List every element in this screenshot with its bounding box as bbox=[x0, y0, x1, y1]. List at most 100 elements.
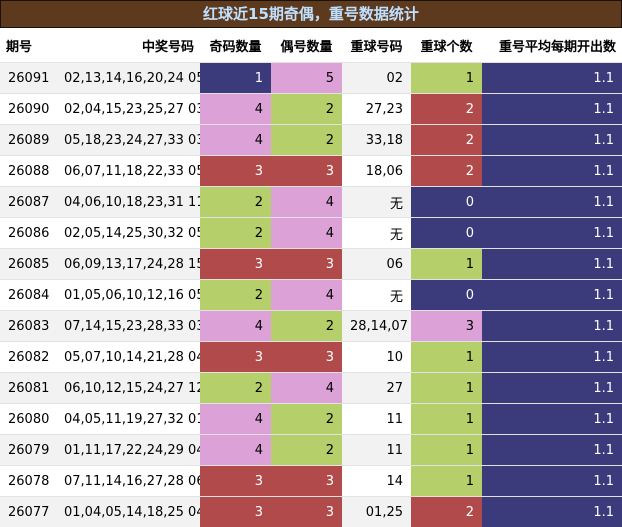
cell-issue: 26085 bbox=[0, 249, 56, 280]
table-row: 2609002,04,15,23,25,27 034227,2321.1 bbox=[0, 94, 622, 125]
header-repeat-numbers: 重球号码 bbox=[342, 28, 411, 63]
cell-average: 1.1 bbox=[482, 466, 622, 497]
cell-even-count: 3 bbox=[271, 342, 342, 373]
cell-issue: 26087 bbox=[0, 187, 56, 218]
table-row: 2608806,07,11,18,22,33 053318,0621.1 bbox=[0, 156, 622, 187]
cell-repeat-count: 1 bbox=[411, 342, 482, 373]
cell-repeat-count: 2 bbox=[411, 497, 482, 527]
table-body: 2609102,13,14,16,20,24 05150211.12609002… bbox=[0, 63, 622, 527]
cell-average: 1.1 bbox=[482, 373, 622, 404]
cell-winning-numbers: 06,10,12,15,24,27 12 bbox=[56, 373, 200, 404]
table-row: 2608401,05,06,10,12,16 0524无01.1 bbox=[0, 280, 622, 311]
cell-odd-count: 2 bbox=[200, 373, 271, 404]
cell-even-count: 5 bbox=[271, 63, 342, 94]
cell-odd-count: 3 bbox=[200, 497, 271, 527]
cell-winning-numbers: 07,11,14,16,27,28 06 bbox=[56, 466, 200, 497]
header-issue: 期号 bbox=[0, 28, 56, 63]
cell-winning-numbers: 01,04,05,14,18,25 04 bbox=[56, 497, 200, 527]
cell-odd-count: 4 bbox=[200, 311, 271, 342]
table-row: 2608307,14,15,23,28,33 034228,14,0731.1 bbox=[0, 311, 622, 342]
cell-odd-count: 2 bbox=[200, 187, 271, 218]
cell-repeat-numbers: 11 bbox=[342, 404, 411, 435]
cell-repeat-numbers: 10 bbox=[342, 342, 411, 373]
cell-issue: 26089 bbox=[0, 125, 56, 156]
table-row: 2608506,09,13,17,24,28 15330611.1 bbox=[0, 249, 622, 280]
cell-issue: 26084 bbox=[0, 280, 56, 311]
cell-average: 1.1 bbox=[482, 187, 622, 218]
cell-repeat-count: 0 bbox=[411, 280, 482, 311]
cell-repeat-count: 3 bbox=[411, 311, 482, 342]
cell-odd-count: 3 bbox=[200, 249, 271, 280]
cell-average: 1.1 bbox=[482, 125, 622, 156]
cell-average: 1.1 bbox=[482, 63, 622, 94]
table-row: 2607701,04,05,14,18,25 043301,2521.1 bbox=[0, 497, 622, 527]
cell-repeat-count: 2 bbox=[411, 156, 482, 187]
cell-winning-numbers: 02,13,14,16,20,24 05 bbox=[56, 63, 200, 94]
cell-issue: 26091 bbox=[0, 63, 56, 94]
cell-repeat-numbers: 14 bbox=[342, 466, 411, 497]
cell-repeat-numbers: 33,18 bbox=[342, 125, 411, 156]
cell-odd-count: 4 bbox=[200, 125, 271, 156]
cell-repeat-numbers: 11 bbox=[342, 435, 411, 466]
cell-even-count: 4 bbox=[271, 218, 342, 249]
cell-odd-count: 4 bbox=[200, 435, 271, 466]
cell-odd-count: 1 bbox=[200, 63, 271, 94]
cell-odd-count: 3 bbox=[200, 156, 271, 187]
cell-repeat-numbers: 无 bbox=[342, 187, 411, 218]
cell-repeat-count: 0 bbox=[411, 218, 482, 249]
cell-winning-numbers: 02,05,14,25,30,32 05 bbox=[56, 218, 200, 249]
cell-repeat-numbers: 无 bbox=[342, 280, 411, 311]
cell-even-count: 2 bbox=[271, 435, 342, 466]
cell-issue: 26082 bbox=[0, 342, 56, 373]
cell-odd-count: 3 bbox=[200, 342, 271, 373]
table-row: 2608004,05,11,19,27,32 01421111.1 bbox=[0, 404, 622, 435]
cell-repeat-count: 1 bbox=[411, 466, 482, 497]
cell-average: 1.1 bbox=[482, 404, 622, 435]
cell-winning-numbers: 07,14,15,23,28,33 03 bbox=[56, 311, 200, 342]
cell-repeat-count: 1 bbox=[411, 404, 482, 435]
header-odd-count: 奇码数量 bbox=[200, 28, 271, 63]
cell-repeat-numbers: 18,06 bbox=[342, 156, 411, 187]
header-repeat-count: 重球个数 bbox=[411, 28, 482, 63]
cell-even-count: 2 bbox=[271, 404, 342, 435]
cell-even-count: 2 bbox=[271, 125, 342, 156]
cell-even-count: 2 bbox=[271, 94, 342, 125]
table-row: 2608106,10,12,15,24,27 12242711.1 bbox=[0, 373, 622, 404]
table-row: 2607807,11,14,16,27,28 06331411.1 bbox=[0, 466, 622, 497]
cell-average: 1.1 bbox=[482, 435, 622, 466]
cell-repeat-count: 1 bbox=[411, 373, 482, 404]
cell-repeat-count: 2 bbox=[411, 94, 482, 125]
cell-even-count: 3 bbox=[271, 497, 342, 527]
header-numbers: 中奖号码 bbox=[56, 28, 200, 63]
cell-issue: 26081 bbox=[0, 373, 56, 404]
cell-average: 1.1 bbox=[482, 342, 622, 373]
table-row: 2609102,13,14,16,20,24 05150211.1 bbox=[0, 63, 622, 94]
cell-repeat-numbers: 06 bbox=[342, 249, 411, 280]
cell-even-count: 3 bbox=[271, 466, 342, 497]
cell-issue: 26078 bbox=[0, 466, 56, 497]
cell-odd-count: 2 bbox=[200, 280, 271, 311]
cell-odd-count: 3 bbox=[200, 466, 271, 497]
stats-panel: 红球近15期奇偶，重号数据统计 期号 中奖号码 奇码数量 偶号数量 重球号码 重… bbox=[0, 0, 622, 525]
cell-repeat-count: 1 bbox=[411, 63, 482, 94]
cell-odd-count: 4 bbox=[200, 404, 271, 435]
cell-repeat-numbers: 27 bbox=[342, 373, 411, 404]
header-even-count: 偶号数量 bbox=[271, 28, 342, 63]
cell-even-count: 3 bbox=[271, 156, 342, 187]
cell-repeat-numbers: 无 bbox=[342, 218, 411, 249]
cell-even-count: 4 bbox=[271, 187, 342, 218]
cell-winning-numbers: 02,04,15,23,25,27 03 bbox=[56, 94, 200, 125]
cell-issue: 26083 bbox=[0, 311, 56, 342]
cell-average: 1.1 bbox=[482, 218, 622, 249]
cell-repeat-count: 1 bbox=[411, 249, 482, 280]
cell-issue: 26090 bbox=[0, 94, 56, 125]
header-row: 期号 中奖号码 奇码数量 偶号数量 重球号码 重球个数 重号平均每期开出数 bbox=[0, 28, 622, 63]
cell-winning-numbers: 01,05,06,10,12,16 05 bbox=[56, 280, 200, 311]
cell-repeat-numbers: 02 bbox=[342, 63, 411, 94]
cell-average: 1.1 bbox=[482, 249, 622, 280]
cell-repeat-numbers: 28,14,07 bbox=[342, 311, 411, 342]
table-row: 2608205,07,10,14,21,28 04331011.1 bbox=[0, 342, 622, 373]
cell-repeat-count: 1 bbox=[411, 435, 482, 466]
stats-table: 期号 中奖号码 奇码数量 偶号数量 重球号码 重球个数 重号平均每期开出数 26… bbox=[0, 28, 622, 527]
cell-issue: 26079 bbox=[0, 435, 56, 466]
